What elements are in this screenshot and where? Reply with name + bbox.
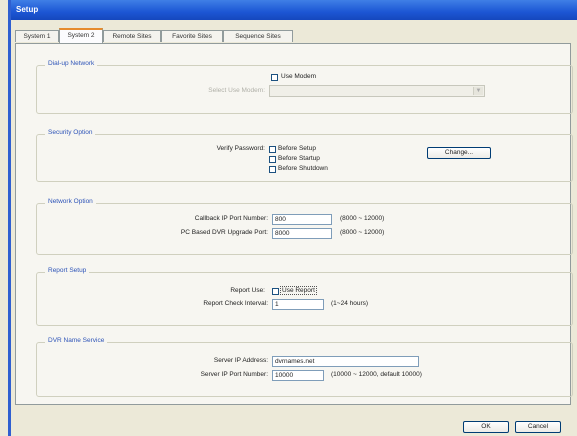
use-modem-label: Use Modem — [281, 73, 317, 80]
server-port-range: (10000 ~ 12000, default 10000) — [331, 371, 422, 378]
setup-dialog: Setup System 1 System 2 Remote Sites Fav… — [8, 0, 577, 436]
security-legend: Security Option — [45, 129, 96, 136]
title-bar[interactable]: Setup — [11, 0, 577, 20]
callback-port-label: Callback IP Port Number: — [194, 215, 268, 222]
server-port-label: Server IP Port Number: — [200, 371, 268, 378]
before-setup-checkbox[interactable] — [269, 146, 276, 153]
report-interval-input[interactable]: 1 — [272, 299, 324, 310]
tab-panel: Dial-up Network Use Modem Select Use Mod… — [15, 43, 573, 405]
report-interval-label: Report Check Interval: — [203, 300, 268, 307]
dialup-network-group: Dial-up Network Use Modem Select Use Mod… — [36, 60, 573, 114]
dialup-legend: Dial-up Network — [45, 60, 98, 67]
report-use-label: Report Use: — [230, 287, 265, 294]
window-title: Setup — [16, 5, 39, 14]
tab-sequence-sites[interactable]: Sequence Sites — [223, 30, 293, 42]
tab-system-2[interactable]: System 2 — [59, 28, 103, 43]
report-interval-range: (1~24 hours) — [331, 300, 369, 307]
tab-favorite-sites[interactable]: Favorite Sites — [161, 30, 223, 42]
callback-port-input[interactable]: 800 — [272, 214, 332, 225]
tab-remote-sites[interactable]: Remote Sites — [103, 30, 161, 42]
security-option-group: Security Option Verify Password: Before … — [36, 129, 573, 182]
dvr-legend: DVR Name Service — [45, 337, 108, 344]
change-password-button[interactable]: Change... — [427, 147, 491, 159]
use-report-label: Use Report — [280, 286, 317, 295]
report-legend: Report Setup — [45, 267, 90, 274]
verify-password-label: Verify Password: — [216, 145, 265, 152]
upgrade-port-range: (8000 ~ 12000) — [340, 229, 385, 236]
network-legend: Network Option — [45, 198, 96, 205]
server-ip-input[interactable]: dvrnames.net — [272, 356, 419, 367]
report-setup-group: Report Setup Report Use: Use Report Repo… — [36, 267, 573, 326]
before-setup-label: Before Setup — [278, 145, 316, 152]
dvr-name-service-group: DVR Name Service Server IP Address: dvrn… — [36, 337, 573, 397]
server-ip-label: Server IP Address: — [213, 357, 268, 364]
cancel-button[interactable]: Cancel — [515, 421, 561, 433]
ok-button[interactable]: OK — [463, 421, 509, 433]
before-shutdown-checkbox[interactable] — [269, 166, 276, 173]
chevron-down-icon: ▼ — [473, 87, 483, 95]
select-modem-label: Select Use Modem: — [208, 87, 265, 94]
upgrade-port-label: PC Based DVR Upgrade Port: — [180, 229, 268, 236]
select-modem-dropdown[interactable]: ▼ — [269, 85, 485, 97]
callback-port-range: (8000 ~ 12000) — [340, 215, 385, 222]
tab-system-1[interactable]: System 1 — [15, 30, 59, 42]
upgrade-port-input[interactable]: 8000 — [272, 228, 332, 239]
use-modem-checkbox[interactable] — [271, 74, 278, 81]
use-report-checkbox[interactable] — [272, 288, 279, 295]
server-port-input[interactable]: 10000 — [272, 370, 324, 381]
network-option-group: Network Option Callback IP Port Number: … — [36, 198, 573, 255]
before-startup-label: Before Startup — [278, 155, 320, 162]
before-startup-checkbox[interactable] — [269, 156, 276, 163]
before-shutdown-label: Before Shutdown — [278, 165, 328, 172]
